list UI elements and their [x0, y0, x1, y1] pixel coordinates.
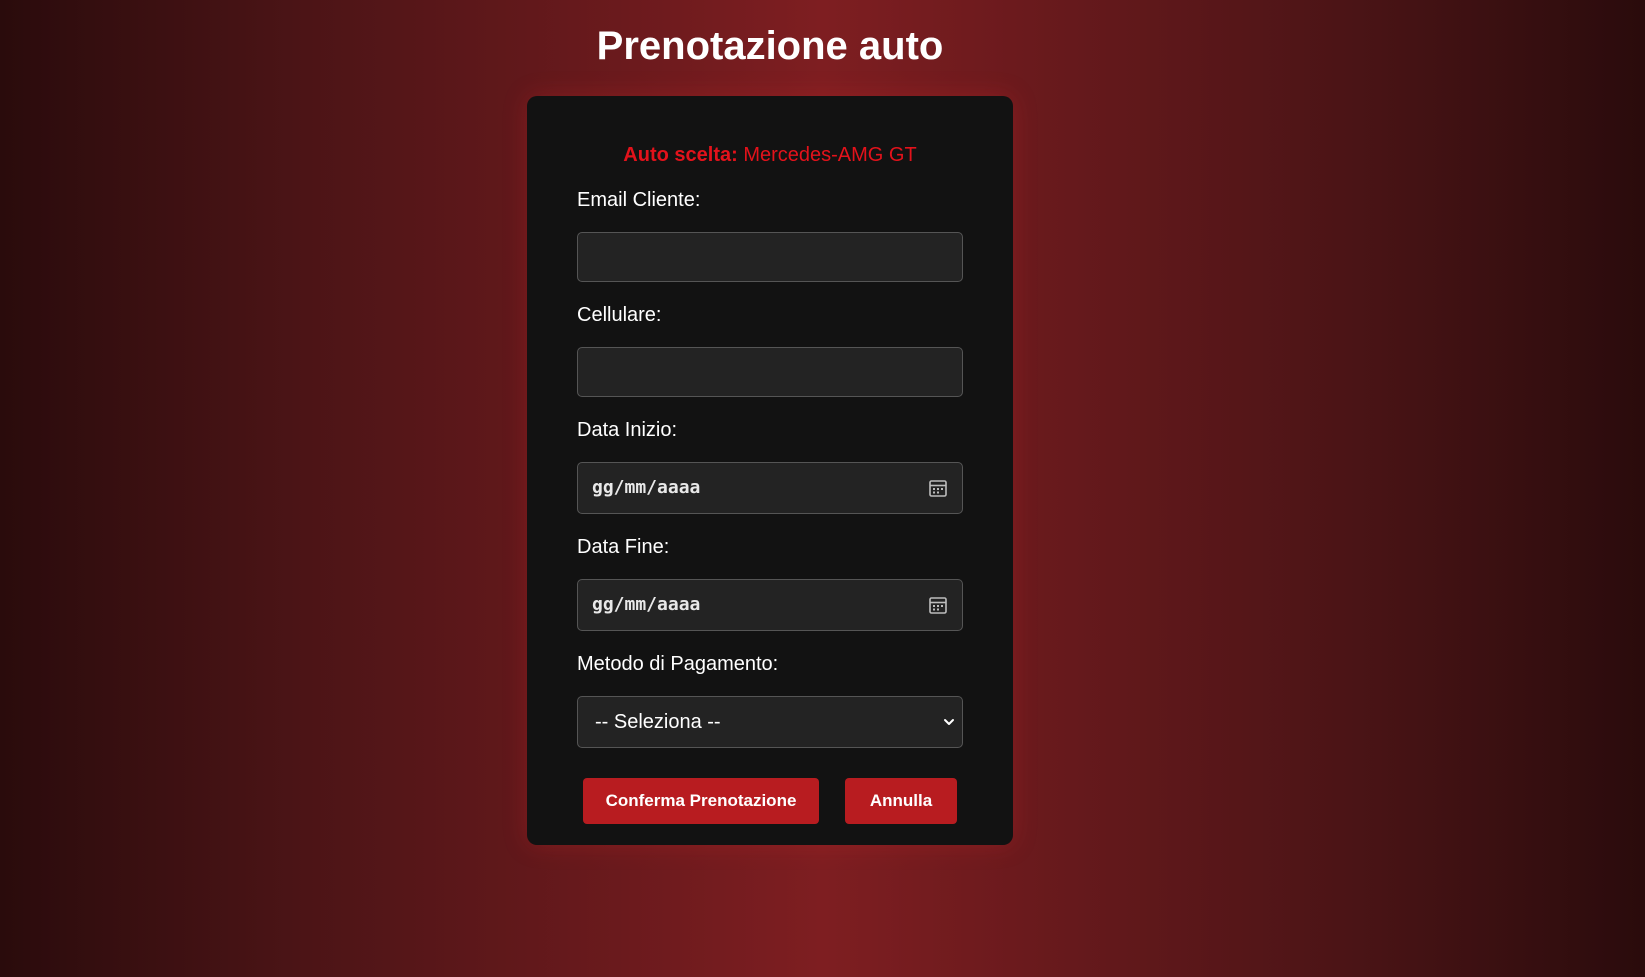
start-date-field[interactable]: gg/mm/aaaa	[577, 462, 963, 514]
start-date-label: Data Inizio:	[577, 419, 678, 441]
phone-label: Cellulare:	[577, 304, 662, 326]
payment-label: Metodo di Pagamento:	[577, 653, 779, 675]
payment-selected-value: -- Seleziona --	[595, 711, 721, 733]
end-date-label: Data Fine:	[577, 536, 670, 558]
end-date-placeholder: gg/mm/aaaa	[592, 594, 701, 615]
selected-car-label: Auto scelta:	[623, 144, 738, 166]
calendar-icon[interactable]	[928, 595, 948, 615]
booking-form-card: Auto scelta: Mercedes-AMG GT Email Clien…	[527, 96, 1013, 845]
form-actions: Conferma Prenotazione Annulla	[577, 778, 963, 824]
end-date-field[interactable]: gg/mm/aaaa	[577, 579, 963, 631]
confirm-booking-button[interactable]: Conferma Prenotazione	[583, 778, 819, 824]
chevron-down-icon	[944, 719, 954, 725]
email-label: Email Cliente:	[577, 189, 701, 211]
start-date-placeholder: gg/mm/aaaa	[592, 477, 701, 498]
page-title: Prenotazione auto	[596, 24, 944, 68]
selected-car: Auto scelta: Mercedes-AMG GT	[577, 144, 963, 167]
phone-field[interactable]	[577, 347, 963, 397]
email-field[interactable]	[577, 232, 963, 282]
payment-method-select[interactable]: -- Seleziona --	[577, 696, 963, 748]
cancel-button[interactable]: Annulla	[845, 778, 957, 824]
calendar-icon[interactable]	[928, 478, 948, 498]
selected-car-value: Mercedes-AMG GT	[743, 144, 917, 166]
